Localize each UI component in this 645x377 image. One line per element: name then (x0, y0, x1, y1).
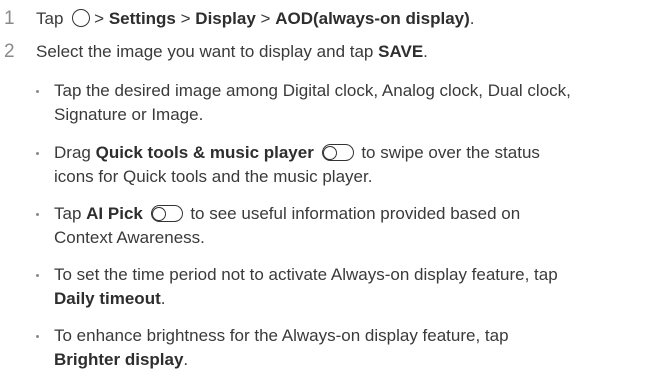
step-number: 2 (4, 41, 15, 62)
list-item-text: Drag Quick tools & music player to swipe… (54, 143, 540, 186)
settings-label: Settings (108, 9, 176, 28)
home-button-icon (72, 9, 91, 27)
daily-timeout-label: Daily timeout (54, 289, 161, 308)
bullet-dot (36, 274, 39, 277)
instruction-page: 1 Tap > Settings > Display > AOD(always-… (0, 0, 645, 377)
bullet-dot (36, 90, 39, 93)
list-item-text: To enhance brightness for the Always-on … (54, 326, 509, 369)
ai-pick-label: AI Pick (86, 204, 143, 223)
toggle-switch-icon (321, 144, 354, 161)
list-item-text: To set the time period not to activate A… (54, 265, 558, 308)
bullet-dot (36, 152, 39, 155)
step-text: Tap > Settings > Display > AOD(always-on… (36, 9, 475, 28)
step-text: Select the image you want to display and… (36, 42, 428, 61)
list-item-text: Tap the desired image among Digital cloc… (54, 81, 571, 124)
bullet-dot (36, 335, 39, 338)
aod-label: AOD(always-on display) (275, 9, 470, 28)
step-number: 1 (4, 8, 15, 29)
display-label: Display (195, 9, 256, 28)
quick-tools-label: Quick tools & music player (95, 143, 314, 162)
toggle-switch-icon (150, 205, 183, 222)
brighter-display-label: Brighter display (54, 350, 184, 369)
list-item-text: Tap AI Pick to see useful information pr… (54, 204, 521, 247)
bullet-dot (36, 213, 39, 216)
save-label: SAVE (378, 42, 424, 61)
